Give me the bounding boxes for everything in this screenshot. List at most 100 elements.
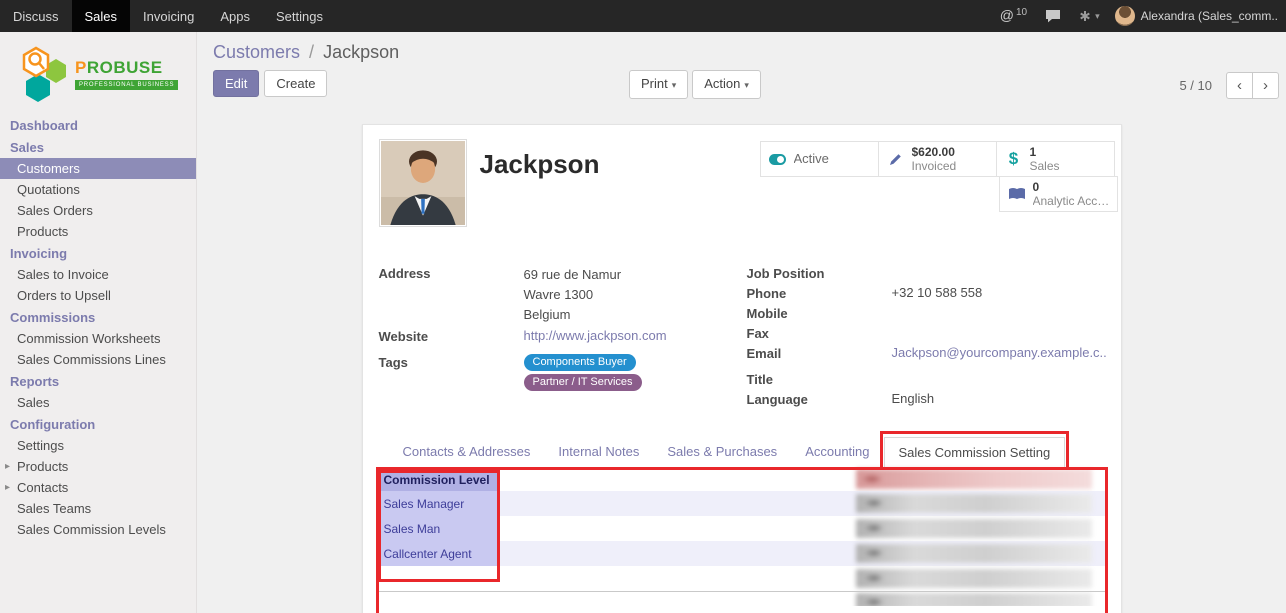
sidebar-item-config-contacts[interactable]: Contacts (0, 477, 196, 498)
edit-button[interactable]: Edit (213, 70, 259, 97)
print-menu-button[interactable]: Print (629, 70, 688, 99)
top-navbar: Discuss Sales Invoicing Apps Settings 10… (0, 0, 1286, 32)
website-label: Website (379, 328, 524, 345)
form-header: Jackpson Active $620.00 Invoiced (363, 125, 1121, 229)
address-city: Wavre 1300 (524, 285, 622, 305)
expand-arrow-icon[interactable] (5, 459, 10, 474)
breadcrumb-customers-link[interactable]: Customers (213, 42, 300, 62)
sidebar-item-commission-worksheets[interactable]: Commission Worksheets (0, 328, 196, 349)
stat-button-active[interactable]: Active (760, 141, 879, 177)
caret-down-icon (672, 80, 677, 90)
sidebar-nav: Dashboard Sales Customers Quotations Sal… (0, 114, 196, 540)
menu-settings[interactable]: Settings (263, 0, 336, 32)
pager-previous-button[interactable]: ‹ (1226, 72, 1253, 99)
tab-bar: Contacts & Addresses Internal Notes Sale… (379, 437, 1105, 468)
control-panel: Edit Create Print Action 5 / 10 ‹ › (197, 70, 1286, 108)
sidebar-item-sales-teams[interactable]: Sales Teams (0, 498, 196, 519)
table-row[interactable]: Callcenter Agent (379, 541, 1105, 566)
mobile-label: Mobile (747, 305, 892, 322)
sidebar-item-orders-to-upsell[interactable]: Orders to Upsell (0, 285, 196, 306)
phone-label: Phone (747, 285, 892, 302)
language-label: Language (747, 391, 892, 408)
sidebar-item-settings[interactable]: Settings (0, 435, 196, 456)
pager: ‹ › (1226, 72, 1279, 99)
redacted-cell-content (856, 494, 1092, 513)
table-row[interactable]: Sales Man (379, 516, 1105, 541)
pager-value: 5 / 10 (1179, 78, 1212, 93)
empty-cell (379, 592, 497, 606)
mentions-counter[interactable]: 10 (991, 0, 1036, 32)
topbar-menus: Discuss Sales Invoicing Apps Settings (0, 0, 336, 32)
menu-apps[interactable]: Apps (207, 0, 263, 32)
activity-menu-button[interactable]: ▾ (1070, 0, 1109, 32)
redacted-header-content (856, 469, 1092, 489)
partner-photo[interactable] (379, 139, 467, 227)
address-street: 69 rue de Namur (524, 265, 622, 285)
partner-form-sheet: Jackpson Active $620.00 Invoiced (362, 124, 1122, 613)
action-label: Action (704, 76, 740, 91)
create-button[interactable]: Create (264, 70, 327, 97)
sidebar-item-sales-commission-levels[interactable]: Sales Commission Levels (0, 519, 196, 540)
sidebar-section-commissions[interactable]: Commissions (0, 306, 196, 328)
sidebar-section-configuration[interactable]: Configuration (0, 413, 196, 435)
stat-analytic-value: 0 (1033, 180, 1110, 194)
redacted-cell-content (856, 544, 1092, 563)
tab-internal-notes[interactable]: Internal Notes (544, 437, 653, 467)
sidebar-section-invoicing[interactable]: Invoicing (0, 242, 196, 264)
sidebar-section-sales[interactable]: Sales (0, 136, 196, 158)
commission-level-cell[interactable]: Callcenter Agent (379, 541, 497, 566)
sidebar-item-quotations[interactable]: Quotations (0, 179, 196, 200)
user-menu[interactable]: Alexandra (Sales_comm.. (1109, 0, 1286, 32)
tab-accounting[interactable]: Accounting (791, 437, 883, 467)
tag-components-buyer[interactable]: Components Buyer (524, 354, 636, 371)
main-area: Customers / Jackpson Edit Create Print A… (197, 32, 1286, 613)
sidebar-item-reports-sales[interactable]: Sales (0, 392, 196, 413)
messages-button[interactable] (1036, 0, 1070, 32)
action-menu-button[interactable]: Action (692, 70, 761, 99)
table-row[interactable]: Sales Manager (379, 491, 1105, 516)
sidebar-item-sales-commissions-lines[interactable]: Sales Commissions Lines (0, 349, 196, 370)
menu-discuss[interactable]: Discuss (0, 0, 72, 32)
logo-title: PROBUSE (75, 58, 178, 78)
commission-level-table: Commission Level Sales Manager Sales Man… (379, 470, 1105, 613)
sidebar-section-reports[interactable]: Reports (0, 370, 196, 392)
email-link[interactable]: Jackpson@yourcompany.example.c.. (892, 345, 1107, 360)
form-view-container: Jackpson Active $620.00 Invoiced (197, 108, 1286, 613)
stat-button-invoiced[interactable]: $620.00 Invoiced (878, 141, 997, 177)
sidebar-item-config-products[interactable]: Products (0, 456, 196, 477)
phone-value: +32 10 588 558 (892, 285, 983, 302)
sidebar-item-products[interactable]: Products (0, 221, 196, 242)
sidebar-section-dashboard[interactable]: Dashboard (0, 114, 196, 136)
app-logo[interactable]: PROBUSE PROFESSIONAL BUSINESS (0, 32, 196, 112)
sidebar-item-sales-orders[interactable]: Sales Orders (0, 200, 196, 221)
tag-partner-it-services[interactable]: Partner / IT Services (524, 374, 642, 391)
commission-level-column-header[interactable]: Commission Level (379, 470, 497, 491)
tab-sales-purchases[interactable]: Sales & Purchases (653, 437, 791, 467)
stat-button-analytic-accounts[interactable]: 0 Analytic Acco... (999, 176, 1118, 212)
tab-contacts-addresses[interactable]: Contacts & Addresses (389, 437, 545, 467)
sidebar-item-sales-to-invoice[interactable]: Sales to Invoice (0, 264, 196, 285)
commission-level-cell[interactable]: Sales Manager (379, 491, 497, 516)
language-value: English (892, 391, 935, 408)
address-value: 69 rue de Namur Wavre 1300 Belgium (524, 265, 622, 325)
menu-sales[interactable]: Sales (72, 0, 131, 32)
job-position-label: Job Position (747, 265, 892, 282)
breadcrumb-current: Jackpson (323, 42, 399, 62)
empty-cell (379, 566, 497, 591)
stat-button-sales[interactable]: 1 Sales (996, 141, 1115, 177)
menu-invoicing[interactable]: Invoicing (130, 0, 207, 32)
website-link[interactable]: http://www.jackpson.com (524, 328, 667, 343)
pager-next-button[interactable]: › (1252, 72, 1279, 99)
caret-down-icon (744, 80, 749, 90)
partner-fields: Address 69 rue de Namur Wavre 1300 Belgi… (363, 229, 1121, 411)
stat-analytic-label: Analytic Acco... (1033, 194, 1110, 208)
breadcrumb-separator: / (309, 42, 314, 62)
commission-level-cell[interactable]: Sales Man (379, 516, 497, 541)
book-icon (1008, 187, 1026, 201)
active-toggle-icon (769, 154, 786, 165)
sidebar-item-customers[interactable]: Customers (0, 158, 196, 179)
tab-sales-commission-setting[interactable]: Sales Commission Setting (884, 437, 1066, 468)
expand-arrow-icon[interactable] (5, 480, 10, 495)
print-label: Print (641, 76, 668, 91)
mentions-count: 10 (1016, 7, 1027, 18)
